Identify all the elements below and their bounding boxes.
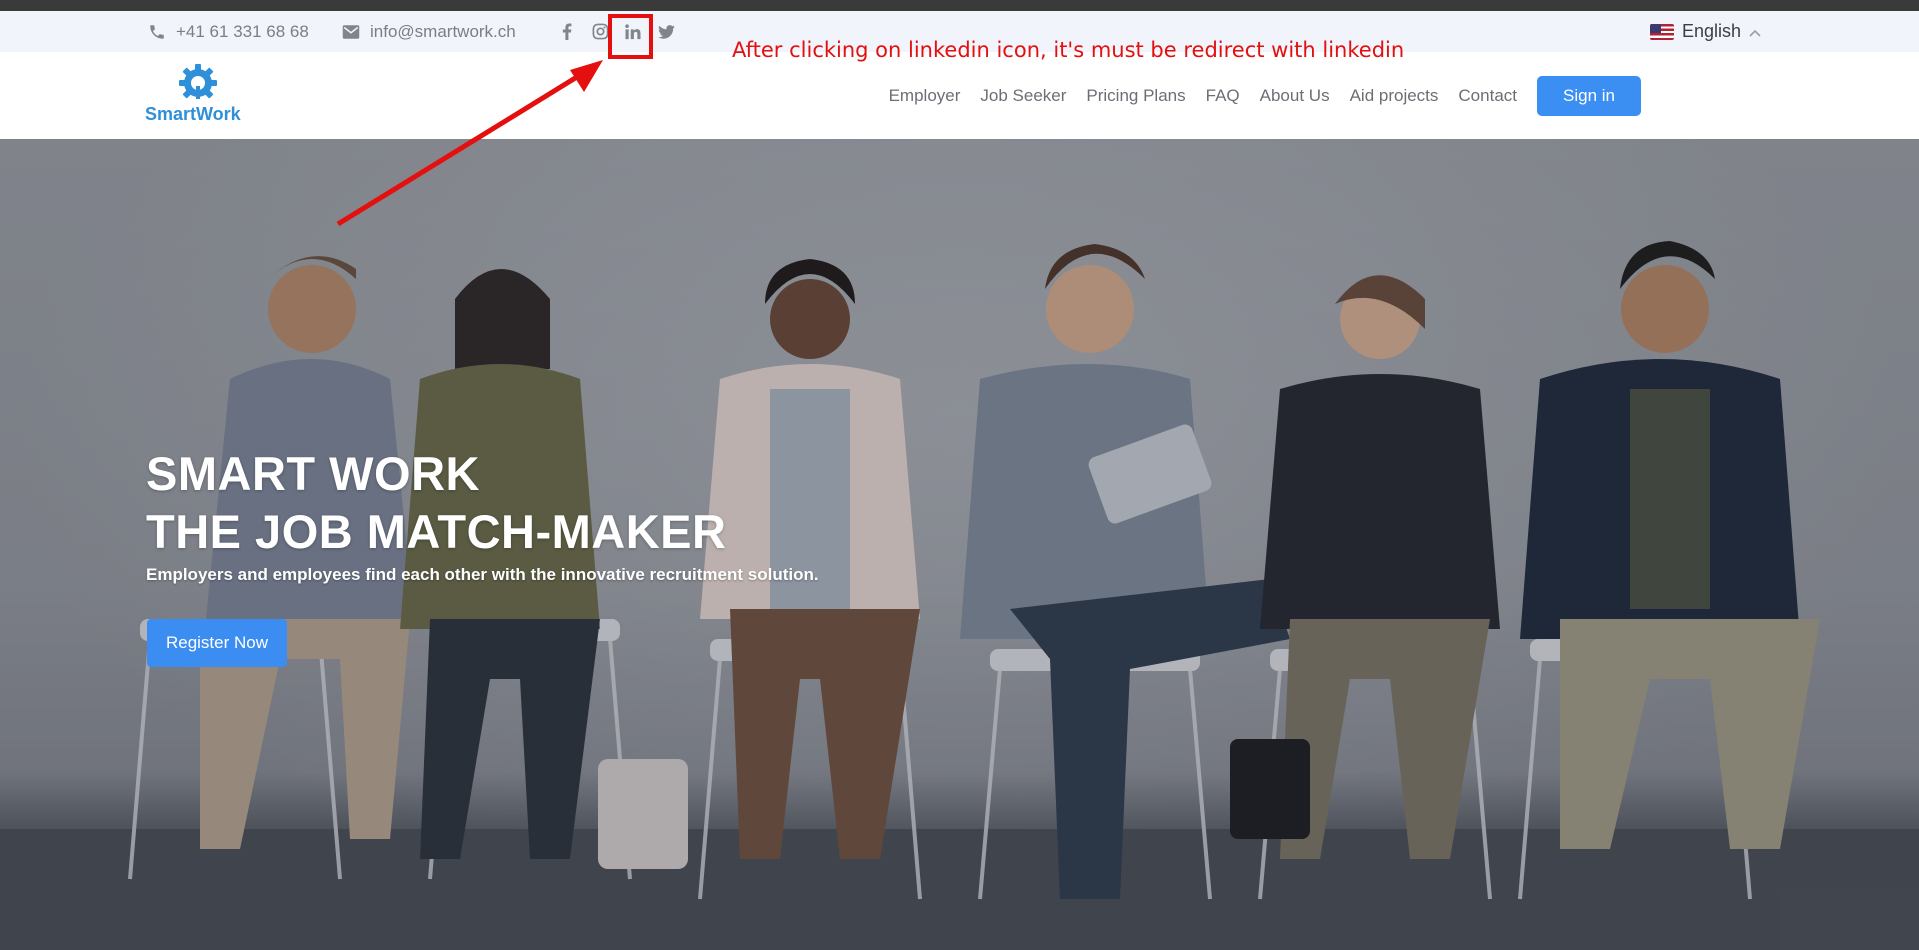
- logo-text: SmartWork: [145, 104, 241, 124]
- language-label: English: [1682, 21, 1742, 41]
- phone-contact[interactable]: +41 61 331 68 68: [148, 11, 309, 52]
- smartwork-logo[interactable]: SmartWork: [145, 64, 255, 130]
- mail-icon: [342, 24, 360, 40]
- nav-contact[interactable]: Contact: [1458, 86, 1517, 106]
- hero-title: SMART WORK THE JOB MATCH-MAKER: [146, 447, 727, 558]
- chevron-up-icon: [1749, 21, 1761, 42]
- nav-employer[interactable]: Employer: [889, 86, 961, 106]
- language-selector[interactable]: English: [1650, 11, 1761, 52]
- phone-icon: [148, 23, 166, 41]
- hero-section: SMART WORK THE JOB MATCH-MAKER Employers…: [0, 139, 1919, 950]
- annotation-highlight-box: [608, 14, 653, 59]
- nav-job-seeker[interactable]: Job Seeker: [980, 86, 1066, 106]
- nav-faq[interactable]: FAQ: [1206, 86, 1240, 106]
- sign-in-button[interactable]: Sign in: [1537, 75, 1641, 116]
- annotation-note: After clicking on linkedin icon, it's mu…: [732, 38, 1405, 62]
- phone-number: +41 61 331 68 68: [176, 21, 309, 41]
- email-address: info@smartwork.ch: [370, 21, 516, 41]
- facebook-icon[interactable]: [554, 19, 580, 45]
- main-navbar: SmartWork Employer Job Seeker Pricing Pl…: [0, 52, 1919, 139]
- register-now-button[interactable]: Register Now: [147, 619, 287, 667]
- hero-subtitle: Employers and employees find each other …: [146, 565, 819, 584]
- nav-pricing-plans[interactable]: Pricing Plans: [1086, 86, 1185, 106]
- nav-about-us[interactable]: About Us: [1260, 86, 1330, 106]
- browser-top-strip: [0, 0, 1919, 11]
- email-contact[interactable]: info@smartwork.ch: [342, 11, 516, 52]
- primary-nav: Employer Job Seeker Pricing Plans FAQ Ab…: [869, 52, 1641, 139]
- us-flag-icon: [1650, 23, 1674, 40]
- twitter-icon[interactable]: [653, 19, 679, 45]
- nav-aid-projects[interactable]: Aid projects: [1350, 86, 1439, 106]
